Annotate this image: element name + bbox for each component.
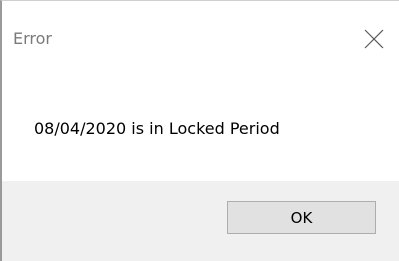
- error-dialog: Error 08/04/2020 is in Locked Period OK: [0, 0, 399, 261]
- title-bar: Error: [2, 1, 399, 81]
- dialog-title: Error: [13, 29, 52, 48]
- dialog-content: 08/04/2020 is in Locked Period: [2, 81, 399, 181]
- dialog-footer: OK: [2, 181, 399, 261]
- close-icon: [364, 29, 384, 49]
- close-button[interactable]: [357, 21, 393, 57]
- ok-button[interactable]: OK: [227, 201, 376, 234]
- error-message: 08/04/2020 is in Locked Period: [34, 119, 280, 138]
